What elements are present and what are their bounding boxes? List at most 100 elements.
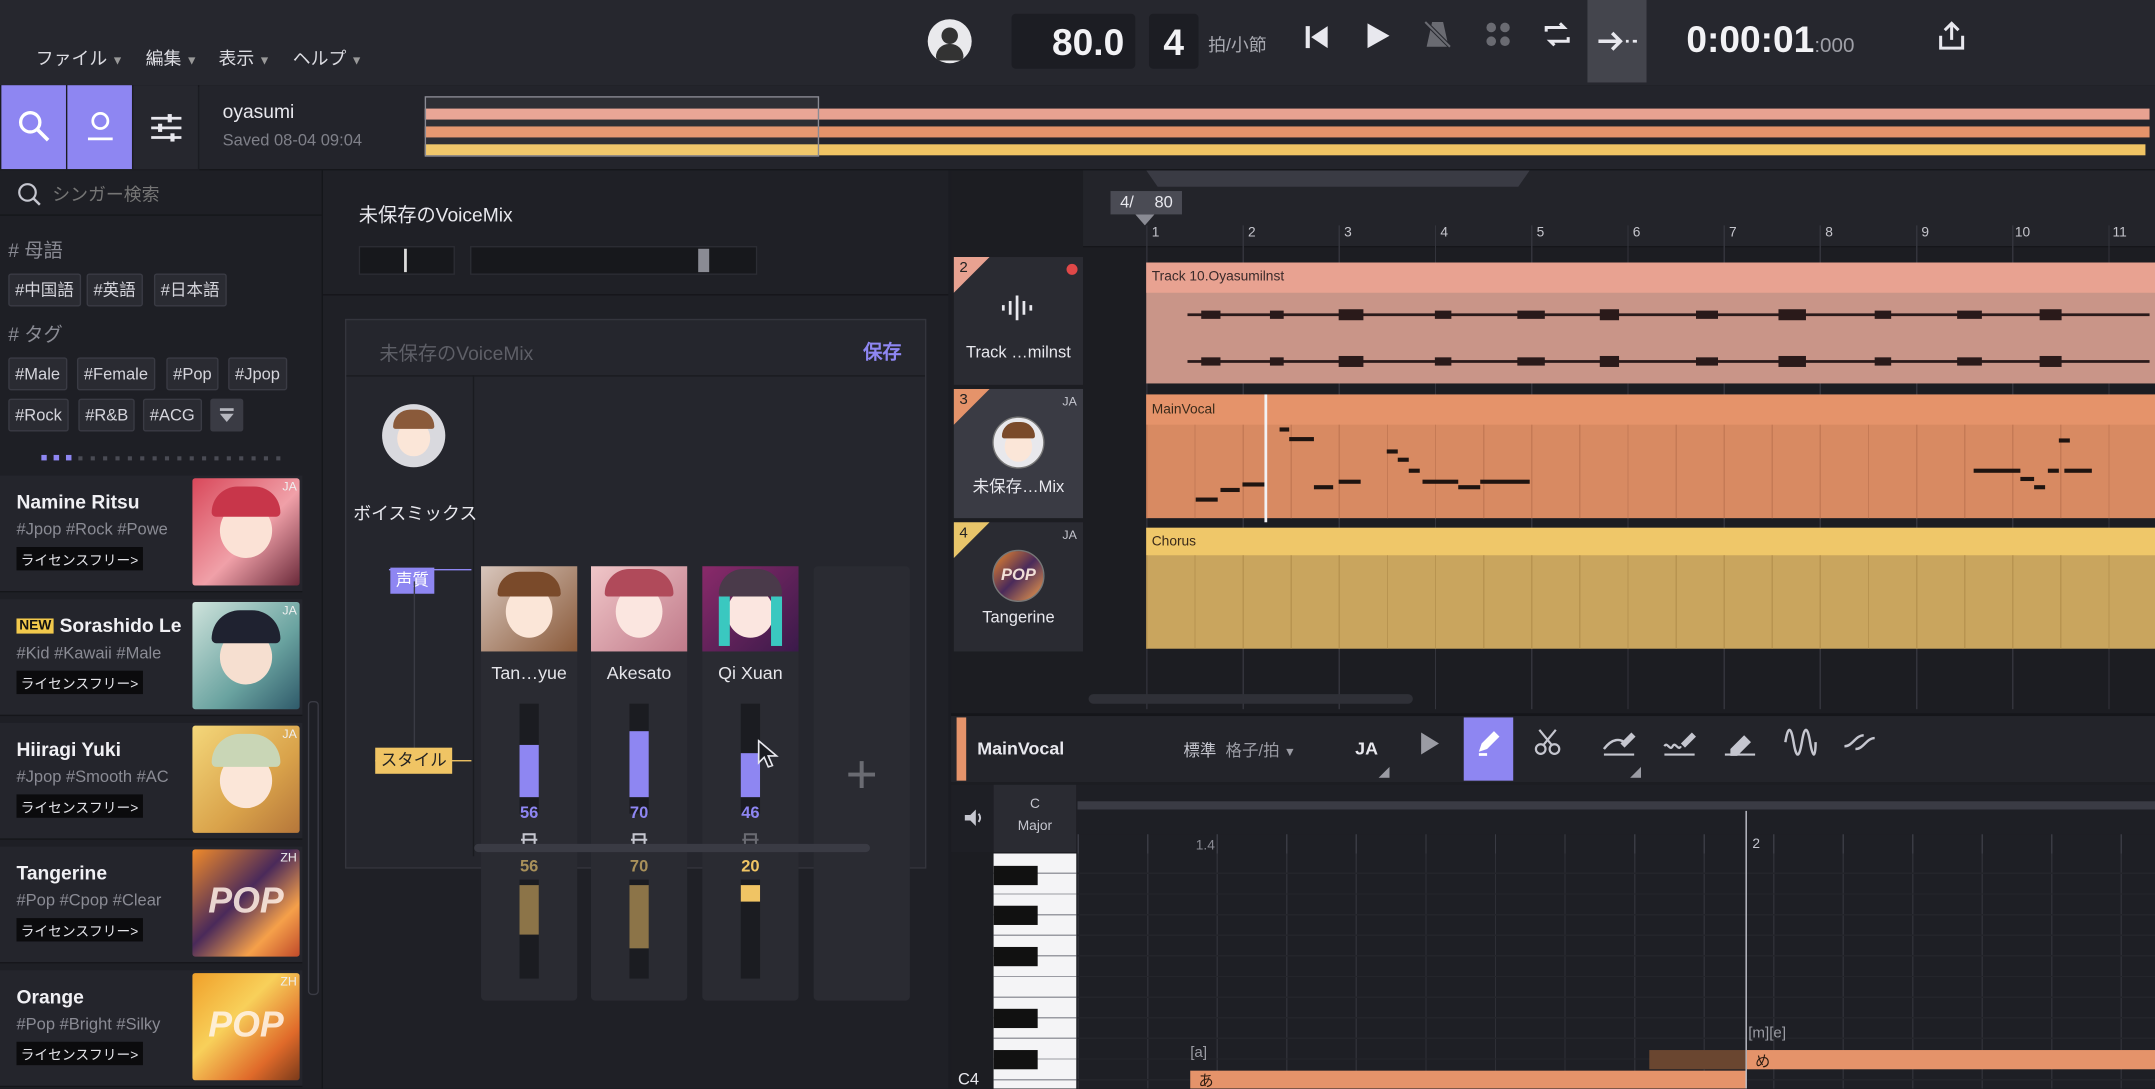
voicemix-mini-slider-1[interactable] <box>358 246 455 275</box>
erase-curve-tool[interactable] <box>1715 717 1764 780</box>
track-overview[interactable] <box>424 96 2150 157</box>
tag-rnb[interactable]: #R&B <box>78 398 136 432</box>
editor-ruler <box>1077 834 2155 854</box>
metronome-off-icon[interactable] <box>1413 14 1462 69</box>
key-select[interactable]: C Major <box>993 784 1077 853</box>
pencil-tool[interactable] <box>1463 717 1514 781</box>
voicemix-column-qixuan[interactable]: Qi Xuan 46 20 <box>702 566 799 1001</box>
ruler-mark: 1.4 <box>1195 838 1215 854</box>
record-indicator[interactable] <box>1066 263 1078 275</box>
playhead-line[interactable] <box>1264 394 1268 523</box>
follow-playhead-button[interactable] <box>1587 0 1647 83</box>
track-header-chorus[interactable]: 4 JA POP Tangerine <box>953 522 1084 652</box>
singer-search-box[interactable] <box>0 170 322 216</box>
play-icon[interactable] <box>1352 14 1401 69</box>
export-icon[interactable] <box>1927 14 1976 69</box>
mixer-settings-tab[interactable] <box>133 85 198 170</box>
chevron-down-icon <box>219 408 234 422</box>
tempo-field[interactable]: 80.0 <box>1011 13 1136 69</box>
track-header-inst[interactable]: 2 Track …milnst <box>953 257 1084 385</box>
transition-tool[interactable] <box>1835 717 1884 780</box>
key-mode: Major <box>1017 819 1053 835</box>
clip-mainvocal[interactable]: MainVocal <box>1146 394 2155 519</box>
singer-list-scrollbar[interactable] <box>307 700 319 996</box>
expand-tags-button[interactable] <box>210 398 244 432</box>
count-in-icon[interactable] <box>1473 14 1522 69</box>
tag-rock[interactable]: #Rock <box>8 398 69 432</box>
style-slider[interactable] <box>519 879 539 979</box>
corner-triangle-icon <box>1630 766 1642 778</box>
voicemix-avatar <box>382 404 446 468</box>
singer-card[interactable]: Orange #Pop #Bright #Silky ライセンスフリー> POP… <box>0 970 303 1088</box>
tag-japanese[interactable]: #日本語 <box>153 273 227 307</box>
quality-slider[interactable] <box>519 703 539 814</box>
voicemix-column-tangerine[interactable]: Tan…yue 56 56 <box>481 566 578 1001</box>
vibrato-wave-tool[interactable] <box>1776 717 1825 780</box>
tag-english[interactable]: #英語 <box>86 273 143 307</box>
tempo-marker[interactable]: 4/80 <box>1110 191 1182 215</box>
singer-card[interactable]: NEW Sorashido Le #Kid #Kawaii #Male ライセンス… <box>0 599 303 717</box>
singer-tags: #Jpop #Rock #Powe <box>16 519 168 539</box>
skip-back-icon[interactable] <box>1292 14 1341 69</box>
menu-help[interactable]: ヘルプ ▼ <box>293 44 363 70</box>
license-badge[interactable]: ライセンスフリー> <box>16 918 143 942</box>
overview-viewport[interactable] <box>424 96 820 157</box>
singer-card[interactable]: Namine Ritsu #Jpop #Rock #Powe ライセンスフリー>… <box>0 475 303 593</box>
menu-file[interactable]: ファイル ▼ <box>36 44 124 70</box>
tag-jpop[interactable]: #Jpop <box>228 357 287 391</box>
style-slider[interactable] <box>740 879 761 979</box>
track-header-mainvocal[interactable]: 3 JA 未保存…Mix <box>953 388 1084 519</box>
clip-inst[interactable]: Track 10.Oyasumilnst <box>1146 262 2155 384</box>
menu-edit[interactable]: 編集 ▼ <box>146 44 198 70</box>
editor-hscrollbar[interactable] <box>1077 801 2155 810</box>
license-badge[interactable]: ライセンスフリー> <box>16 547 143 571</box>
loop-icon[interactable] <box>1532 14 1581 69</box>
license-badge[interactable]: ライセンスフリー> <box>16 794 143 818</box>
license-badge[interactable]: ライセンスフリー> <box>16 670 143 695</box>
voicemix-column-akesato[interactable]: Akesato 70 70 <box>590 566 688 1001</box>
license-badge[interactable]: ライセンスフリー> <box>16 1041 143 1066</box>
language-badge: ZH <box>280 974 297 989</box>
style-slider[interactable] <box>629 879 649 979</box>
editor-language-select[interactable]: JA <box>1355 738 1378 759</box>
style-value: 56 <box>519 856 539 876</box>
tag-pop[interactable]: #Pop <box>166 357 219 391</box>
singer-search-tab[interactable] <box>1 85 66 170</box>
singer-card[interactable]: Tangerine #Pop #Cpop #Clear ライセンスフリー> PO… <box>0 846 303 964</box>
quality-slider[interactable] <box>629 703 649 814</box>
voicemix-scrollbar[interactable] <box>474 843 870 853</box>
voicemix-mini-slider-2[interactable] <box>470 246 758 275</box>
singer-card[interactable]: Hiiragi Yuki #Jpop #Smooth #AC ライセンスフリー>… <box>0 722 303 840</box>
voicemix-name-field[interactable]: 未保存のVoiceMix <box>379 339 533 366</box>
voicemix-save-button[interactable]: 保存 <box>863 338 901 365</box>
tag-chinese[interactable]: #中国語 <box>8 273 81 307</box>
singer-profile-tab[interactable] <box>67 85 132 170</box>
tag-acg[interactable]: #ACG <box>142 398 202 432</box>
note-block[interactable]: め <box>1746 1050 2155 1071</box>
tag-male[interactable]: #Male <box>8 357 67 391</box>
user-avatar[interactable] <box>927 19 972 64</box>
quality-label: 声質 <box>390 567 435 594</box>
bar-line <box>1745 810 1747 1089</box>
pop-logo: POP <box>1001 564 1036 585</box>
singer-search-input[interactable] <box>49 178 303 209</box>
tag-female[interactable]: #Female <box>76 357 155 391</box>
column-singer-name: Qi Xuan <box>718 662 783 684</box>
speaker-icon[interactable] <box>962 807 984 829</box>
cut-tool[interactable] <box>1523 717 1572 780</box>
menu-view[interactable]: 表示 ▼ <box>219 44 271 70</box>
add-singer-column[interactable]: + <box>813 566 910 1001</box>
arrangement-hscrollbar[interactable] <box>1088 694 1413 704</box>
clip-chorus[interactable]: Chorus <box>1146 527 2155 649</box>
singer-tags: #Pop #Cpop #Clear <box>16 890 162 910</box>
loop-region[interactable] <box>1146 170 1530 187</box>
playhead-marker-icon[interactable] <box>1135 214 1155 226</box>
select-tool[interactable] <box>1405 717 1454 780</box>
top-bar: ファイル ▼ 編集 ▼ 表示 ▼ ヘルプ ▼ 80.0 4 拍/小節 0:00:… <box>0 0 2155 87</box>
quantize-select[interactable]: 標準 格子/拍 ▼ <box>1183 738 1296 761</box>
vibrato-tool[interactable] <box>1655 717 1704 780</box>
piano-keyboard[interactable] <box>993 853 1077 1089</box>
beats-field[interactable]: 4 <box>1148 13 1199 69</box>
note-block[interactable]: あ <box>1190 1070 1746 1089</box>
clip-label: MainVocal <box>1151 402 1216 418</box>
